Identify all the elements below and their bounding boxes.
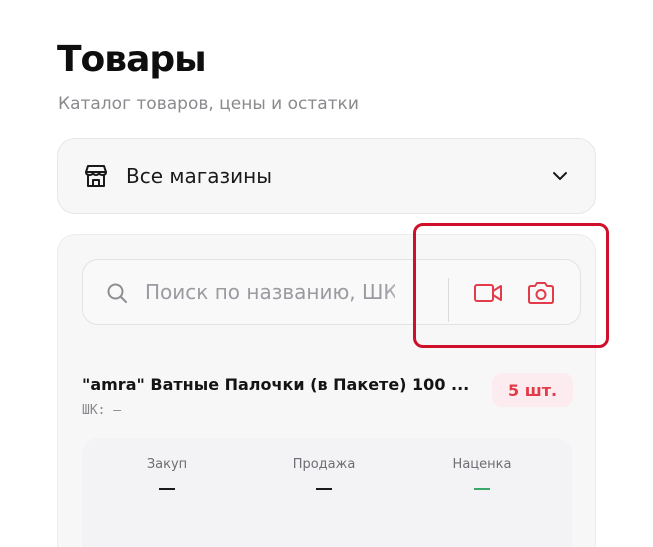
video-scan-button[interactable]	[471, 276, 505, 310]
search-bar	[82, 259, 581, 325]
store-select[interactable]: Все магазины	[57, 138, 596, 214]
stat-value-dash	[474, 488, 490, 490]
product-barcode: ШК: —	[82, 403, 122, 418]
products-panel: "amra" Ватные Палочки (в Пакете) 100 ...…	[57, 234, 596, 547]
stat-label: Закуп	[146, 457, 188, 472]
search-fade	[383, 260, 441, 324]
search-input[interactable]	[145, 260, 395, 324]
store-select-label: Все магазины	[126, 164, 272, 188]
stat-label: Наценка	[452, 457, 512, 472]
photo-scan-button[interactable]	[524, 276, 558, 310]
stock-badge: 5 шт.	[492, 373, 574, 407]
video-camera-icon	[474, 284, 502, 302]
chevron-down-icon	[549, 165, 571, 187]
stat-sale: Продажа	[254, 456, 394, 490]
stat-markup: Наценка	[412, 456, 552, 490]
page-subtitle: Каталог товаров, цены и остатки	[58, 94, 359, 114]
products-page: Товары Каталог товаров, цены и остатки В…	[0, 0, 653, 547]
search-divider	[448, 278, 449, 322]
stat-value-dash	[159, 488, 175, 490]
stat-value-dash	[316, 488, 332, 490]
product-name[interactable]: "amra" Ватные Палочки (в Пакете) 100 ...	[82, 375, 482, 394]
stat-purchase: Закуп	[97, 456, 237, 490]
search-icon	[105, 281, 129, 305]
stat-label: Продажа	[292, 457, 356, 472]
camera-icon	[528, 282, 554, 304]
page-title: Товары	[57, 39, 207, 80]
product-stats: Закуп Продажа Наценка	[82, 438, 572, 547]
store-icon	[82, 162, 110, 190]
